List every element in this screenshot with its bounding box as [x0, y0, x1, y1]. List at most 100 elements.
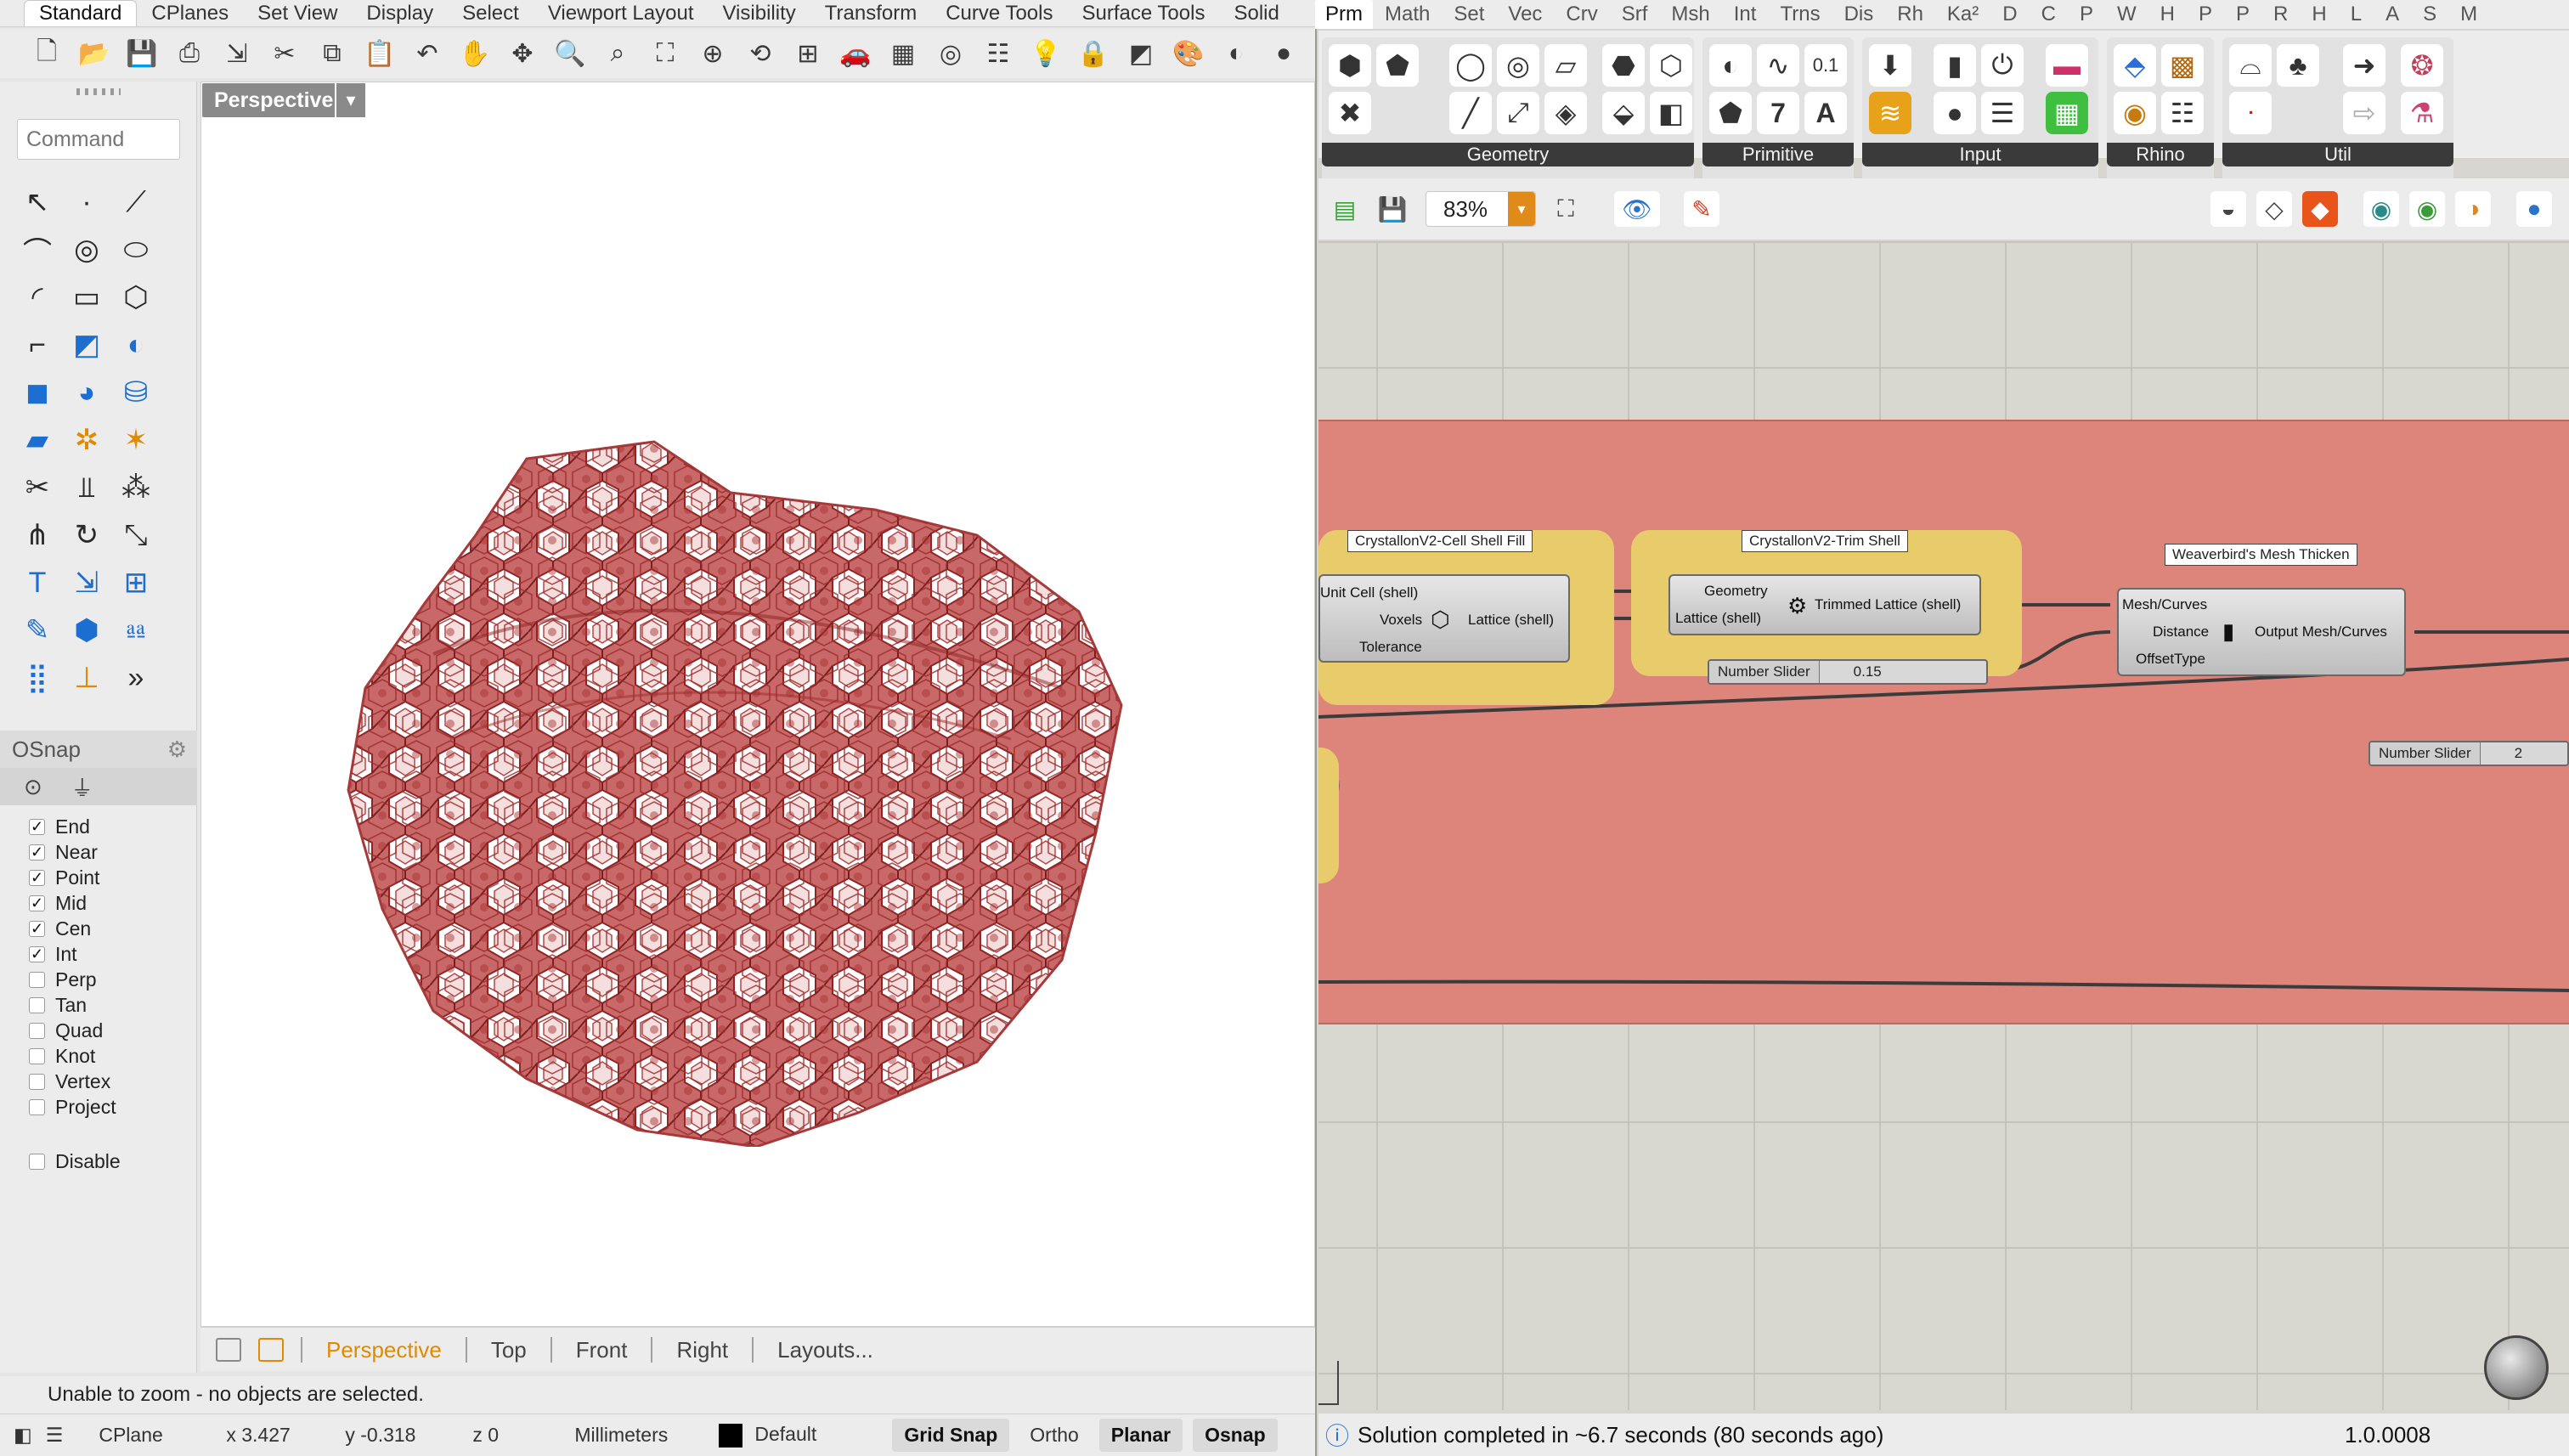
fillet-icon[interactable]: ⌐ — [14, 321, 61, 369]
list-icon[interactable]: ☰ — [39, 1424, 84, 1447]
osnap-disable[interactable]: Disable — [29, 1150, 121, 1173]
checkbox[interactable] — [29, 1154, 45, 1170]
gh-tab-24[interactable]: M — [2448, 3, 2489, 26]
preview-shaded-icon[interactable]: ◆ — [2302, 191, 2338, 227]
transform-icon[interactable]: ⊞ — [112, 559, 160, 607]
gradient-icon[interactable]: ≋ — [1869, 92, 1911, 134]
output-param[interactable]: Output Mesh/Curves — [2255, 624, 2387, 641]
zoom-level-field[interactable]: 83% ▾ — [1426, 191, 1536, 227]
curve-icon[interactable]: ⌒ — [14, 226, 61, 274]
circle-target-icon[interactable]: ◎ — [933, 36, 968, 71]
polyline-icon[interactable]: ⟋ — [112, 178, 160, 226]
gh-tab-21[interactable]: L — [2339, 3, 2374, 26]
number-param-icon[interactable]: 0.1 — [1804, 44, 1847, 87]
cherry-icon[interactable]: ᐧ — [2229, 92, 2272, 134]
gh-tab-15[interactable]: W — [2105, 3, 2148, 26]
output-param[interactable]: Lattice (shell) — [1468, 612, 1554, 629]
sketch-pen-icon[interactable]: ✎ — [1684, 191, 1719, 227]
cylinder-icon[interactable]: ⛁ — [112, 369, 160, 416]
gh-tab-4[interactable]: Crv — [1554, 3, 1609, 26]
zoom-extents-icon[interactable]: ⛶ — [647, 36, 683, 71]
preview-mesh-icon[interactable]: ◉ — [2363, 191, 2399, 227]
render-icon[interactable]: ⎂ — [112, 607, 160, 654]
gh-tab-9[interactable]: Dis — [1832, 3, 1886, 26]
layers-icon[interactable]: ☷ — [980, 36, 1016, 71]
rotate-icon[interactable]: ↻ — [63, 511, 110, 559]
panel-grip-handle[interactable] — [76, 88, 121, 95]
import-icon[interactable]: ⇲ — [219, 36, 255, 71]
filter-icon[interactable]: ⏚ — [71, 771, 93, 803]
gh-tab-23[interactable]: S — [2411, 3, 2448, 26]
text-param-icon[interactable]: A — [1804, 92, 1847, 134]
tab-standard[interactable]: Standard — [24, 0, 138, 26]
zoom-extents-icon[interactable]: ⛶ — [1548, 191, 1584, 227]
tab-select[interactable]: Select — [448, 0, 534, 26]
osnap-item-vertex[interactable]: Vertex — [29, 1069, 190, 1094]
gh-tab-14[interactable]: P — [2068, 3, 2105, 26]
slider-value[interactable]: 0.15 — [1820, 663, 1882, 680]
grid-snap-toggle[interactable]: Grid Snap — [892, 1419, 1010, 1452]
gh-tab-8[interactable]: Trns — [1768, 3, 1832, 26]
ellipse-icon[interactable]: ⬭ — [112, 226, 160, 274]
boolean-param-icon[interactable]: ◐ — [1709, 44, 1752, 87]
trim-shell-component[interactable]: Geometry Lattice (shell) ⚙ Trimmed Latti… — [1668, 574, 1981, 635]
spiral-icon[interactable]: ◉ — [2114, 92, 2156, 134]
tab-viewport-layout[interactable]: Viewport Layout — [534, 0, 709, 26]
osnap-item-perp[interactable]: Perp — [29, 967, 190, 992]
arc-icon[interactable]: ◜ — [14, 274, 61, 321]
subd-param-icon[interactable]: ◧ — [1650, 92, 1692, 134]
material-icon[interactable]: ◩ — [1123, 36, 1159, 71]
split-icon[interactable]: ⫫ — [63, 464, 110, 511]
save-icon[interactable]: 💾 — [1375, 191, 1410, 227]
single-view-icon[interactable] — [258, 1337, 284, 1362]
input-param[interactable]: Mesh/Curves — [2122, 596, 2207, 613]
canvas-widget-dial[interactable] — [2484, 1335, 2549, 1400]
polygon-icon[interactable]: ⬡ — [112, 274, 160, 321]
number-slider[interactable]: Number Slider 2 — [2369, 741, 2569, 766]
bake-sphere-icon[interactable]: ● — [2516, 191, 2552, 227]
cluster-icon[interactable]: ❂ — [2401, 44, 2443, 87]
paste-icon[interactable]: 📋 — [362, 36, 398, 71]
point-icon[interactable]: · — [63, 178, 110, 226]
tab-surface-tools[interactable]: Surface Tools — [1067, 0, 1219, 26]
drafting-icon[interactable]: ⊥ — [63, 654, 110, 702]
planar-toggle[interactable]: Planar — [1098, 1419, 1183, 1452]
toggle-icon[interactable]: ⏻ — [1981, 44, 2024, 87]
layer-stack-icon[interactable]: ☷ — [2161, 92, 2204, 134]
checkbox[interactable]: ✓ — [29, 844, 45, 861]
knob-icon[interactable]: ● — [1934, 92, 1976, 134]
view-tab-layouts[interactable]: Layouts... — [754, 1337, 897, 1363]
tab-solid[interactable]: Solid — [1219, 0, 1293, 26]
tree-icon[interactable]: ♣ — [2277, 44, 2319, 87]
input-param[interactable]: OffsetType — [2136, 651, 2205, 668]
checkbox[interactable]: ✓ — [29, 818, 45, 835]
join-icon[interactable]: ⋔ — [14, 511, 61, 559]
command-input[interactable] — [17, 119, 180, 160]
tab-cplanes[interactable]: CPlanes — [137, 0, 243, 26]
cut-icon[interactable]: ✂ — [267, 36, 302, 71]
explode-icon[interactable]: ✶ — [112, 416, 160, 464]
osnap-item-end[interactable]: ✓ End — [29, 814, 190, 839]
rotate-view-icon[interactable]: ✥ — [505, 36, 540, 71]
input-param[interactable]: Voxels — [1380, 612, 1422, 629]
arrow-outline-icon[interactable]: ⇨ — [2343, 92, 2386, 134]
osnap-item-cen[interactable]: ✓ Cen — [29, 916, 190, 941]
layer-indicator[interactable]: Default — [703, 1423, 887, 1448]
integer-param-icon[interactable]: 7 — [1757, 92, 1799, 134]
gh-tab-1[interactable]: Math — [1373, 3, 1442, 26]
gh-tab-12[interactable]: D — [1990, 3, 2029, 26]
color-wheel-icon[interactable]: 🎨 — [1171, 36, 1206, 71]
view-tab-top[interactable]: Top — [467, 1336, 552, 1363]
checkbox[interactable]: ✓ — [29, 945, 45, 962]
loft-icon[interactable]: ◐ — [112, 321, 160, 369]
text-icon[interactable]: T — [14, 559, 61, 607]
rhino-object-icon[interactable]: ⬘ — [2114, 44, 2156, 87]
ortho-toggle[interactable]: Ortho — [1014, 1424, 1094, 1447]
input-param[interactable]: Geometry — [1704, 583, 1768, 600]
rotate-camera-icon[interactable]: ⟲ — [742, 36, 778, 71]
analyze-icon[interactable]: ⬢ — [63, 607, 110, 654]
gh-tab-3[interactable]: Vec — [1496, 3, 1554, 26]
zoom-selected-icon[interactable]: ⊕ — [695, 36, 731, 71]
checkbox[interactable] — [29, 1098, 45, 1115]
trim-icon[interactable]: ✂ — [14, 464, 61, 511]
